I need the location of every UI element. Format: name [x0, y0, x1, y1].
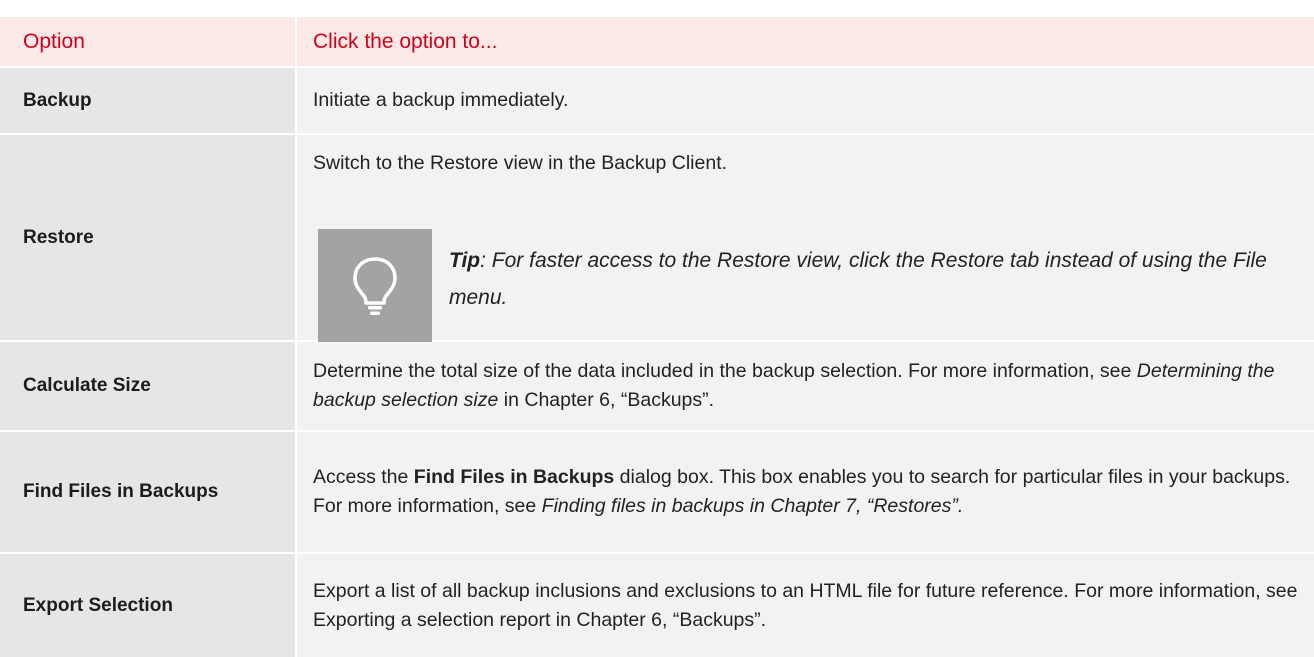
table-row: Restore Switch to the Restore view in th… [0, 135, 1314, 343]
description-text: Determine the total size of the data inc… [313, 357, 1300, 415]
description-part: Access the [313, 466, 414, 488]
table-row: Backup Initiate a backup immediately. [0, 68, 1314, 133]
option-backup: Backup [0, 68, 295, 133]
tip-label: Tip [449, 249, 481, 272]
description-calculate-size: Determine the total size of the data inc… [297, 342, 1314, 430]
description-text: Access the Find Files in Backups dialog … [313, 463, 1300, 521]
table-row: Find Files in Backups Access the Find Fi… [0, 432, 1314, 552]
description-part: Determine the total size of the data inc… [313, 360, 1137, 382]
table-row: Calculate Size Determine the total size … [0, 342, 1314, 430]
header-option: Option [0, 17, 295, 66]
description-part: in Chapter 6, “Backups”. [498, 389, 715, 411]
tip-text: Tip: For faster access to the Restore vi… [449, 242, 1269, 316]
description-export-selection: Export a list of all backup inclusions a… [297, 554, 1314, 657]
option-export-selection: Export Selection [0, 554, 295, 657]
description-find-files: Access the Find Files in Backups dialog … [297, 432, 1314, 552]
tip-body: : For faster access to the Restore view,… [449, 249, 1267, 309]
description-text: Switch to the Restore view in the Backup… [313, 152, 728, 174]
table-header-row: Option Click the option to... [0, 17, 1314, 66]
option-find-files: Find Files in Backups [0, 432, 295, 552]
description-backup: Initiate a backup immediately. [297, 68, 1314, 133]
option-calculate-size: Calculate Size [0, 342, 295, 430]
description-link-text: Finding files in backups in Chapter 7, “… [541, 495, 964, 517]
option-restore: Restore [0, 135, 295, 340]
description-text: Export a list of all backup inclusions a… [313, 579, 1298, 631]
lightbulb-icon [353, 257, 397, 315]
description-restore: Switch to the Restore view in the Backup… [297, 135, 1314, 343]
tip-icon-box [318, 229, 432, 343]
description-text: Initiate a backup immediately. [313, 89, 569, 111]
header-description: Click the option to... [297, 17, 1314, 66]
description-strong: Find Files in Backups [413, 466, 615, 488]
table-row: Export Selection Export a list of all ba… [0, 554, 1314, 657]
